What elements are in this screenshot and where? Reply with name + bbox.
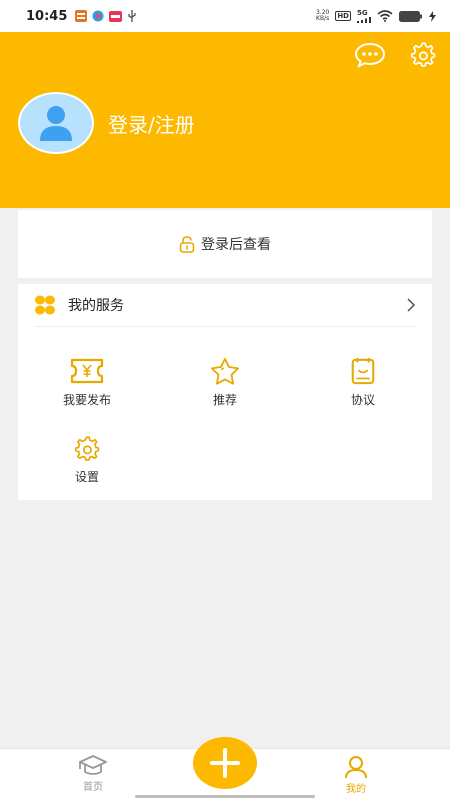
clover-grid-icon	[35, 295, 55, 315]
login-register-link[interactable]: 登录/注册	[108, 109, 195, 138]
my-services-title: 我的服务	[68, 298, 124, 314]
battery-icon	[399, 10, 422, 22]
hd-badge: HD	[335, 11, 351, 21]
avatar[interactable]	[18, 92, 94, 154]
user-avatar-icon	[40, 106, 72, 141]
my-services-card: 我的服务 我要发布 推荐 协议 设置	[18, 284, 432, 500]
star-icon	[210, 357, 239, 385]
charging-icon	[429, 10, 436, 22]
home-indicator	[135, 795, 315, 798]
status-bar: 10:45 3.20 KB/s HD 5G	[0, 0, 450, 32]
login-to-view-card[interactable]: 登录后查看	[18, 210, 432, 278]
status-time: 10:45	[26, 8, 68, 24]
service-recommend[interactable]: 推荐	[175, 357, 275, 408]
empty-content-area	[0, 520, 450, 748]
ticket-yen-icon	[70, 358, 104, 384]
profile-header: 登录/注册	[0, 32, 450, 208]
lock-icon	[179, 235, 195, 253]
tab-home[interactable]: 首页	[53, 755, 133, 793]
settings-gear-icon[interactable]	[408, 42, 438, 68]
user-icon	[345, 756, 367, 779]
chevron-right-icon[interactable]	[406, 298, 416, 312]
plus-icon	[210, 748, 240, 778]
service-settings[interactable]: 设置	[37, 436, 137, 485]
service-publish[interactable]: 我要发布	[37, 357, 137, 408]
status-notification-icons	[75, 10, 137, 22]
status-system-icons: 3.20 KB/s HD 5G	[315, 9, 436, 23]
message-icon[interactable]	[354, 42, 386, 68]
app-notification-icon	[75, 10, 88, 22]
net-speed: 3.20 KB/s	[315, 9, 330, 22]
login-to-view-text: 登录后查看	[201, 237, 271, 253]
app-notification-icon	[109, 10, 123, 22]
header-actions	[354, 42, 438, 68]
add-button[interactable]	[193, 737, 257, 789]
notebook-icon	[351, 357, 375, 385]
service-agreement[interactable]: 协议	[313, 357, 413, 408]
wifi-icon	[377, 10, 393, 22]
gear-icon	[74, 436, 100, 461]
my-services-header[interactable]: 我的服务	[34, 284, 416, 327]
graduation-cap-icon	[79, 755, 107, 775]
tab-mine[interactable]: 我的	[316, 755, 396, 795]
app-notification-icon	[92, 10, 104, 22]
usb-icon	[128, 10, 136, 22]
signal-5g-icon: 5G	[357, 9, 371, 23]
